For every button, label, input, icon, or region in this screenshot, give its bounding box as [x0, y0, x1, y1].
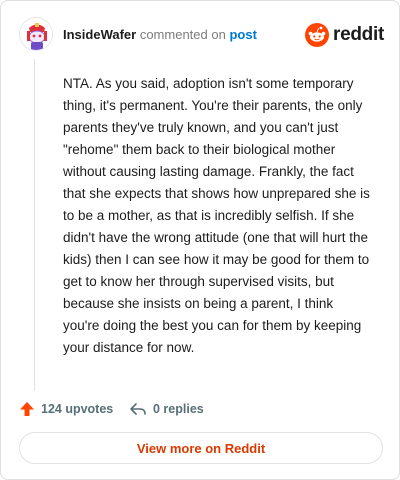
- comment-embed-card: InsideWafer commented on post reddit NTA…: [0, 0, 400, 480]
- comment-body: NTA. As you said, adoption isn't some te…: [63, 76, 370, 355]
- reddit-wordmark: reddit: [333, 24, 384, 45]
- action-text: commented on: [139, 27, 226, 42]
- upvote-arrow-icon: [20, 402, 34, 416]
- comment-byline: InsideWafer commented on post: [63, 27, 257, 42]
- reddit-snoo-icon: [305, 23, 329, 47]
- username[interactable]: InsideWafer: [63, 27, 136, 42]
- reply-arrow-icon: [130, 403, 146, 415]
- comment-actions: 124 upvotes 0 replies: [19, 399, 385, 419]
- reply-count: 0 replies: [153, 402, 204, 416]
- view-more-button[interactable]: View more on Reddit: [19, 432, 383, 464]
- upvote-count: 124 upvotes: [41, 402, 114, 416]
- user-avatar[interactable]: [19, 17, 53, 51]
- replies-button[interactable]: 0 replies: [129, 399, 204, 419]
- snoo-avatar-icon: [21, 19, 52, 50]
- upvote-button[interactable]: 124 upvotes: [19, 399, 113, 419]
- reddit-logo[interactable]: reddit: [305, 23, 385, 47]
- comment-header: InsideWafer commented on post reddit: [19, 17, 385, 51]
- thread-line: [34, 59, 35, 391]
- post-link[interactable]: post: [229, 27, 256, 42]
